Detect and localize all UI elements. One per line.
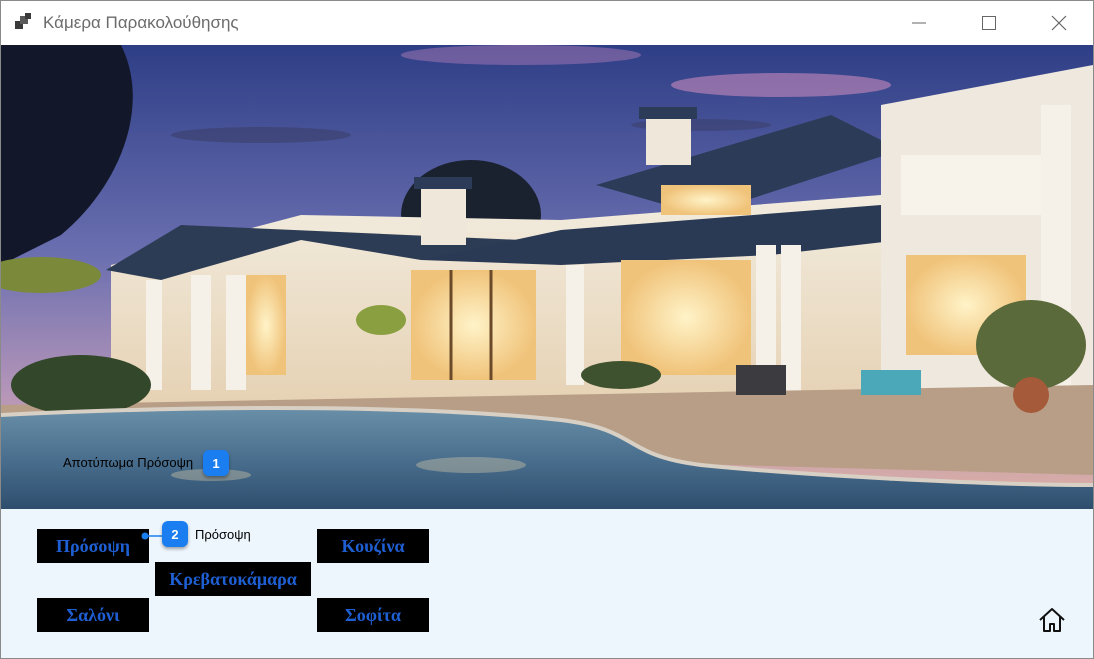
close-button[interactable]	[1029, 1, 1089, 45]
app-window: Κάμερα Παρακολούθησης Αποτύπωμα Πρόσοψη …	[0, 0, 1094, 659]
attic-button[interactable]: Σοφίτα	[317, 598, 429, 632]
camera-view: Αποτύπωμα Πρόσοψη 1	[1, 45, 1093, 509]
minimize-icon	[912, 22, 926, 24]
home-icon[interactable]	[1037, 605, 1067, 635]
bedroom-button[interactable]: Κρεβατοκάμαρα	[155, 562, 311, 596]
title-bar: Κάμερα Παρακολούθησης	[1, 1, 1093, 45]
facade-callout-label: Πρόσοψη	[195, 527, 251, 542]
annotation-badge-2: 2	[162, 521, 188, 547]
room-selection-panel: Πρόσοψη Κρεβατοκάμαρα Κουζίνα Σαλόνι Σοφ…	[1, 509, 1093, 658]
kitchen-button[interactable]: Κουζίνα	[317, 529, 429, 563]
maximize-button[interactable]	[959, 1, 1019, 45]
facade-footprint-label: Αποτύπωμα Πρόσοψη	[63, 455, 194, 470]
window-title: Κάμερα Παρακολούθησης	[43, 13, 239, 32]
house-pool-photo	[1, 45, 1093, 509]
minimize-button[interactable]	[889, 1, 949, 45]
annotation-badge-1: 1	[203, 450, 229, 476]
maximize-icon	[982, 16, 996, 30]
app-icon	[15, 13, 31, 29]
facade-button[interactable]: Πρόσοψη	[37, 529, 149, 563]
living-room-button[interactable]: Σαλόνι	[37, 598, 149, 632]
close-icon	[1051, 15, 1067, 31]
